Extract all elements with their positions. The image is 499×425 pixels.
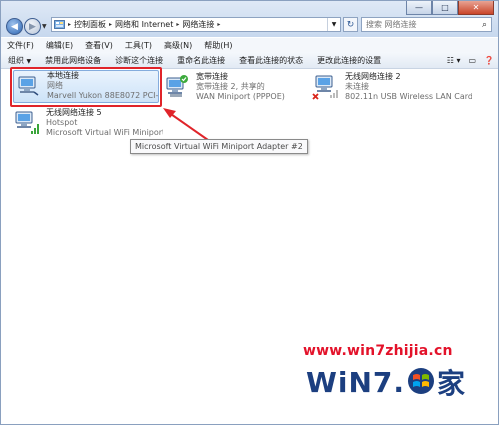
address-dropdown-icon[interactable]: ▼ bbox=[327, 18, 340, 31]
minimize-button[interactable]: — bbox=[406, 1, 432, 15]
connection-status: 宽带连接 2, 共享的 bbox=[196, 82, 265, 91]
search-input[interactable] bbox=[362, 20, 482, 29]
connection-wireless-5[interactable]: 无线网络连接 5 Hotspot Microsoft Virtual WiFi … bbox=[13, 108, 163, 141]
menu-view[interactable]: 查看(V) bbox=[79, 40, 119, 51]
watermark-url: www.win7zhijia.cn bbox=[303, 343, 453, 359]
disable-device-button[interactable]: 禁用此网络设备 bbox=[38, 55, 108, 66]
wireless-connected-icon bbox=[13, 108, 41, 136]
watermark-logo-char: 家 bbox=[437, 367, 466, 400]
menu-advanced[interactable]: 高级(N) bbox=[158, 40, 198, 51]
back-button[interactable]: ◀ bbox=[6, 18, 23, 35]
connection-broadband[interactable]: 宽带连接 宽带连接 2, 共享的 WAN Miniport (PPPOE) bbox=[163, 72, 313, 105]
close-button[interactable]: ✕ bbox=[458, 1, 494, 15]
menu-file[interactable]: 文件(F) bbox=[1, 40, 40, 51]
organize-button[interactable]: 组织 ▼ bbox=[1, 55, 38, 66]
refresh-icon: ↻ bbox=[346, 19, 355, 30]
view-options-icon[interactable]: ☷ ▾ bbox=[443, 56, 465, 65]
breadcrumb-separator[interactable]: ▸ bbox=[216, 21, 221, 28]
change-settings-button[interactable]: 更改此连接的设置 bbox=[310, 55, 388, 66]
connection-device: 802.11n USB Wireless LAN Card bbox=[345, 92, 472, 101]
window-controls: — □ ✕ bbox=[406, 1, 494, 15]
search-box[interactable]: ⌕ bbox=[361, 17, 492, 32]
forward-button[interactable]: ▶ bbox=[24, 18, 41, 35]
chevron-down-icon: ▼ bbox=[26, 57, 32, 65]
broadband-connected-icon bbox=[163, 72, 191, 100]
connection-device: Microsoft Virtual WiFi Miniport ... bbox=[46, 128, 163, 137]
menu-bar: 文件(F) 编辑(E) 查看(V) 工具(T) 高级(N) 帮助(H) bbox=[1, 38, 498, 53]
help-icon[interactable]: ❓ bbox=[480, 56, 498, 65]
view-status-button[interactable]: 查看此连接的状态 bbox=[232, 55, 310, 66]
maximize-button[interactable]: □ bbox=[432, 1, 458, 15]
back-arrow-icon: ◀ bbox=[11, 21, 18, 32]
menu-tools[interactable]: 工具(T) bbox=[119, 40, 158, 51]
menu-edit[interactable]: 编辑(E) bbox=[40, 40, 79, 51]
search-icon[interactable]: ⌕ bbox=[482, 20, 487, 30]
wireless-disconnected-icon bbox=[312, 72, 340, 100]
connection-name: 无线网络连接 2 bbox=[345, 72, 401, 81]
connection-status: 未连接 bbox=[345, 82, 369, 91]
connection-status: Hotspot bbox=[46, 118, 78, 127]
connection-name: 无线网络连接 5 bbox=[46, 108, 102, 117]
history-dropdown-icon[interactable]: ▼ bbox=[42, 23, 47, 30]
refresh-button[interactable]: ↻ bbox=[343, 17, 358, 32]
address-bar[interactable]: ▸ 控制面板 ▸ 网络和 Internet ▸ 网络连接 ▸ ▼ bbox=[51, 17, 341, 32]
highlight-box bbox=[10, 67, 162, 107]
watermark-logo-text: WiN7. bbox=[306, 365, 406, 399]
preview-pane-icon[interactable]: ▭ bbox=[464, 56, 480, 65]
organize-label: 组织 bbox=[8, 55, 24, 65]
watermark-logo: WiN7. 家 bbox=[306, 362, 465, 402]
tooltip: Microsoft Virtual WiFi Miniport Adapter … bbox=[130, 139, 308, 154]
connection-device: WAN Miniport (PPPOE) bbox=[196, 92, 285, 101]
control-panel-folder-icon bbox=[52, 19, 67, 31]
view-controls: ☷ ▾ ▭ ❓ bbox=[443, 56, 498, 65]
connection-name: 宽带连接 bbox=[196, 72, 228, 81]
rename-button[interactable]: 重命名此连接 bbox=[170, 55, 232, 66]
breadcrumb-network-connections[interactable]: 网络连接 bbox=[180, 19, 216, 30]
breadcrumb-control-panel[interactable]: 控制面板 bbox=[72, 19, 108, 30]
forward-arrow-icon: ▶ bbox=[29, 21, 36, 32]
menu-help[interactable]: 帮助(H) bbox=[198, 40, 238, 51]
connection-wireless-2[interactable]: 无线网络连接 2 未连接 802.11n USB Wireless LAN Ca… bbox=[312, 72, 472, 105]
windows-flag-icon bbox=[407, 367, 435, 397]
title-bar: — □ ✕ ◀ ▶ ▼ ▸ 控制面板 ▸ 网络和 Internet ▸ 网络连接… bbox=[1, 1, 498, 37]
diagnose-button[interactable]: 诊断这个连接 bbox=[108, 55, 170, 66]
breadcrumb-network-internet[interactable]: 网络和 Internet bbox=[113, 19, 175, 30]
